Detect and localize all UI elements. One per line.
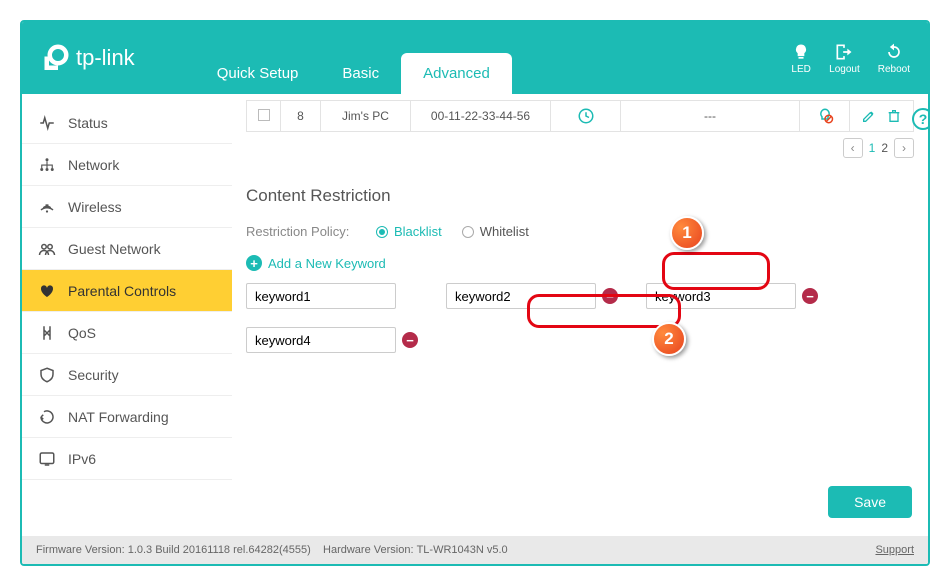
page-1[interactable]: 1 [869, 141, 876, 155]
footer: Firmware Version: 1.0.3 Build 20161118 r… [22, 536, 928, 564]
sidebar-item-status[interactable]: Status [22, 102, 232, 144]
sidebar-item-qos[interactable]: QoS [22, 312, 232, 354]
logout-icon [834, 42, 854, 62]
fw-label: Firmware Version: [36, 544, 125, 556]
hw-label: Hardware Version: [323, 544, 414, 556]
cell-desc: --- [621, 101, 800, 132]
cell-id: 8 [281, 101, 321, 132]
tab-quick-setup[interactable]: Quick Setup [195, 53, 321, 94]
network-icon [38, 156, 56, 174]
sidebar-item-security[interactable]: Security [22, 354, 232, 396]
sidebar-item-guest-network[interactable]: Guest Network [22, 228, 232, 270]
page-2[interactable]: 2 [881, 141, 888, 155]
sidebar-item-wireless[interactable]: Wireless [22, 186, 232, 228]
keyword-grid: − − − − [246, 283, 914, 353]
table-row: 8 Jim's PC 00-11-22-33-44-56 --- [247, 101, 914, 132]
remove-keyword-4[interactable]: − [402, 332, 418, 348]
qos-icon [38, 324, 56, 342]
sidebar-item-parental-controls[interactable]: Parental Controls [22, 270, 232, 312]
sidebar-item-network[interactable]: Network [22, 144, 232, 186]
radio-blacklist[interactable]: Blacklist [376, 224, 442, 239]
logout-button[interactable]: Logout [829, 42, 860, 75]
led-button[interactable]: LED [791, 42, 811, 75]
reboot-icon [884, 42, 904, 62]
keyword-input-2[interactable] [446, 283, 596, 309]
save-button[interactable]: Save [828, 486, 912, 518]
sidebar: Status Network Wireless Guest Network Pa… [22, 94, 232, 536]
pagination: ‹ 1 2 › [246, 138, 914, 158]
row-checkbox[interactable] [258, 109, 270, 121]
brand-logo: tp-link [40, 43, 135, 73]
sidebar-item-nat-forwarding[interactable]: NAT Forwarding [22, 396, 232, 438]
cell-mac: 00-11-22-33-44-56 [411, 101, 551, 132]
main-panel: ? 8 Jim's PC 00-11-22-33-44-56 --- [232, 94, 928, 536]
help-button[interactable]: ? [912, 108, 928, 130]
keyword-input-3[interactable] [646, 283, 796, 309]
cell-name: Jim's PC [321, 101, 411, 132]
brand-text: tp-link [76, 45, 135, 71]
reboot-button[interactable]: Reboot [878, 42, 910, 75]
trash-icon[interactable] [886, 108, 902, 124]
page-prev[interactable]: ‹ [843, 138, 863, 158]
keyword-input-4[interactable] [246, 327, 396, 353]
clock-icon[interactable] [577, 107, 595, 125]
sidebar-item-ipv6[interactable]: IPv6 [22, 438, 232, 480]
bulb-status-icon[interactable] [816, 107, 834, 125]
policy-label: Restriction Policy: [246, 224, 376, 239]
nat-icon [38, 408, 56, 426]
heart-icon [38, 282, 56, 300]
support-link[interactable]: Support [875, 544, 914, 556]
device-table: 8 Jim's PC 00-11-22-33-44-56 --- [246, 100, 914, 132]
remove-keyword-2[interactable]: − [602, 288, 618, 304]
keyword-input-1[interactable] [246, 283, 396, 309]
status-icon [38, 114, 56, 132]
radio-whitelist[interactable]: Whitelist [462, 224, 529, 239]
wireless-icon [38, 198, 56, 216]
page-next[interactable]: › [894, 138, 914, 158]
plus-icon: + [246, 255, 262, 271]
header: tp-link Quick Setup Basic Advanced LED L… [22, 22, 928, 94]
edit-icon[interactable] [861, 108, 877, 124]
tplink-logo-icon [40, 43, 70, 73]
add-keyword-button[interactable]: + Add a New Keyword [246, 255, 386, 271]
tab-advanced[interactable]: Advanced [401, 53, 512, 94]
bulb-icon [791, 42, 811, 62]
section-title: Content Restriction [246, 186, 914, 206]
remove-keyword-3[interactable]: − [802, 288, 818, 304]
guest-icon [38, 240, 56, 258]
ipv6-icon [38, 450, 56, 468]
fw-value: 1.0.3 Build 20161118 rel.64282(4555) [128, 544, 311, 556]
shield-icon [38, 366, 56, 384]
hw-value: TL-WR1043N v5.0 [417, 544, 508, 556]
tab-basic[interactable]: Basic [320, 53, 401, 94]
